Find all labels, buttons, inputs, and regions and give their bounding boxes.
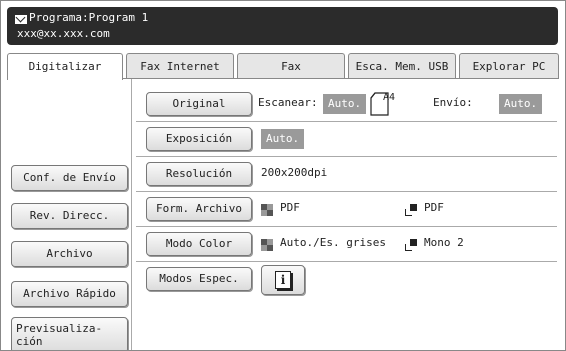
mono-mode-icon xyxy=(405,239,417,251)
row-resolucion: Resolución 200x200dpi xyxy=(136,157,557,192)
scan-window: Programa:Program 1 xxx@xx.xxx.com Digita… xyxy=(0,0,566,351)
mail-icon xyxy=(15,15,27,24)
modo-color-value: Auto./Es. grises xyxy=(280,236,386,249)
scan-value: Auto. xyxy=(323,94,367,114)
info-icon: i xyxy=(275,271,291,289)
program-header: Programa:Program 1 xxx@xx.xxx.com xyxy=(7,7,558,45)
color-mode-icon xyxy=(261,239,273,251)
formato-button[interactable]: Form. Archivo xyxy=(146,197,252,221)
row-formato: Form. Archivo PDF PDF xyxy=(136,192,557,227)
row-original: Original Escanear: Auto. A4 Envío: Auto. xyxy=(136,87,557,122)
color-mode-icon xyxy=(261,204,273,216)
formato-color-value: PDF xyxy=(280,201,300,214)
tab-usb[interactable]: Esca. Mem. USB xyxy=(348,53,456,78)
info-button[interactable]: i xyxy=(261,265,305,295)
tab-digitalizar[interactable]: Digitalizar xyxy=(7,53,123,80)
conf-envio-button[interactable]: Conf. de Envío xyxy=(11,165,128,191)
archivo-button[interactable]: Archivo xyxy=(11,241,128,267)
preview-label-line1: Previsualiza- xyxy=(16,322,103,335)
modos-espec-button[interactable]: Modos Espec. xyxy=(146,267,252,291)
email-address: xxx@xx.xxx.com xyxy=(17,27,110,40)
preview-button[interactable]: Previsualiza- ción xyxy=(11,317,128,350)
original-button[interactable]: Original xyxy=(146,92,252,116)
rev-direcc-button[interactable]: Rev. Direcc. xyxy=(11,203,128,229)
row-modo-color: Modo Color Auto./Es. grises Mono 2 xyxy=(136,227,557,262)
row-exposicion: Exposición Auto. xyxy=(136,122,557,157)
tab-fax-internet[interactable]: Fax Internet xyxy=(126,53,234,78)
tab-explorar-pc[interactable]: Explorar PC xyxy=(459,53,559,78)
modo-mono-value: Mono 2 xyxy=(424,236,464,249)
left-panel: Conf. de Envío Rev. Direcc. Archivo Arch… xyxy=(7,79,132,350)
paper-size: A4 xyxy=(383,92,396,103)
formato-mono-value: PDF xyxy=(424,201,444,214)
program-name: Programa:Program 1 xyxy=(29,11,149,24)
row-modos-espec: Modos Espec. i xyxy=(136,262,557,296)
send-value: Auto. xyxy=(499,94,543,114)
mono-mode-icon xyxy=(405,204,417,216)
scan-label: Escanear: xyxy=(258,96,318,109)
exposicion-value: Auto. xyxy=(261,129,305,149)
modo-color-button[interactable]: Modo Color xyxy=(146,232,252,256)
tab-fax[interactable]: Fax xyxy=(237,53,345,78)
preview-label-line2: ción xyxy=(16,335,43,348)
resolucion-value: 200x200dpi xyxy=(261,166,328,179)
send-label: Envío: xyxy=(433,96,473,109)
archivo-rapido-button[interactable]: Archivo Rápido xyxy=(11,281,128,307)
exposicion-button[interactable]: Exposición xyxy=(146,127,252,151)
resolucion-button[interactable]: Resolución xyxy=(146,162,252,186)
